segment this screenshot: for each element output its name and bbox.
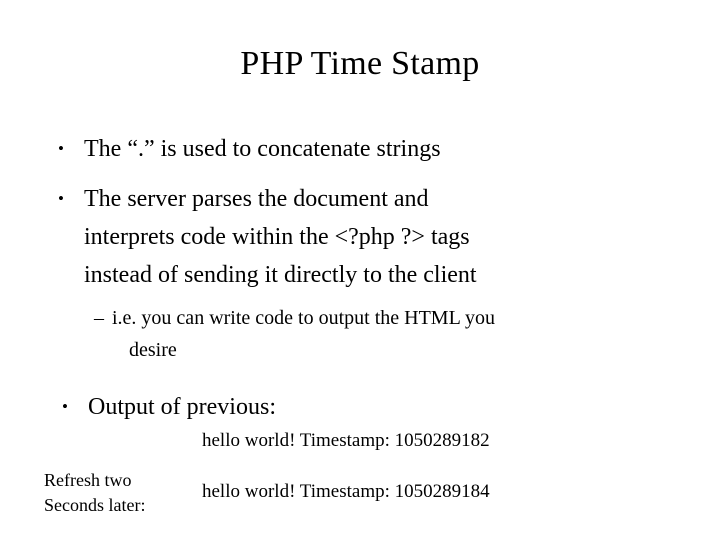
bullet-marker-icon: • <box>62 397 68 416</box>
bullet-item-3: • Output of previous: <box>46 388 686 426</box>
bullet-item-2-line-3: instead of sending it directly to the cl… <box>84 262 477 288</box>
bullet-item-2-line-1: The server parses the document and <box>84 186 429 212</box>
bullet-item-2-line-2: interprets code within the <?php ?> tags <box>84 224 470 250</box>
bullet-item-3-line-1: Output of previous: <box>88 394 276 420</box>
sub-bullet-line-1: i.e. you can write code to output the HT… <box>112 307 496 329</box>
bullet-item-1-line-1: The “.” is used to concatenate strings <box>84 136 441 162</box>
output-timestamp-line-2: hello world! Timestamp: 1050289184 <box>202 481 490 502</box>
bullet-marker-icon: • <box>58 139 64 158</box>
refresh-note-line-2: Seconds later: <box>44 495 146 515</box>
refresh-note-line-1: Refresh two <box>44 470 132 490</box>
refresh-note-label: Refresh two Seconds later: <box>44 468 145 518</box>
sub-bullet-text: i.e. you can write code to output the HT… <box>112 302 686 366</box>
bullet-item-1: • The “.” is used to concatenate strings <box>46 130 686 168</box>
dash-marker-icon: – <box>94 307 104 329</box>
sub-bullet-item: – i.e. you can write code to output the … <box>46 302 686 366</box>
bullet-item-3-text: Output of previous: <box>88 388 686 426</box>
slide-canvas: PHP Time Stamp • The “.” is used to conc… <box>0 0 720 540</box>
sub-bullet-line-2: desire <box>129 339 177 361</box>
bullet-item-1-text: The “.” is used to concatenate strings <box>84 130 686 168</box>
bullet-item-2: • The server parses the document and int… <box>46 180 686 294</box>
bullet-marker-icon: • <box>58 189 64 208</box>
bullet-item-2-text: The server parses the document and inter… <box>84 180 686 294</box>
slide-body: • The “.” is used to concatenate strings… <box>46 130 686 426</box>
output-timestamp-line-1: hello world! Timestamp: 1050289182 <box>202 430 490 451</box>
slide-title: PHP Time Stamp <box>240 45 480 82</box>
